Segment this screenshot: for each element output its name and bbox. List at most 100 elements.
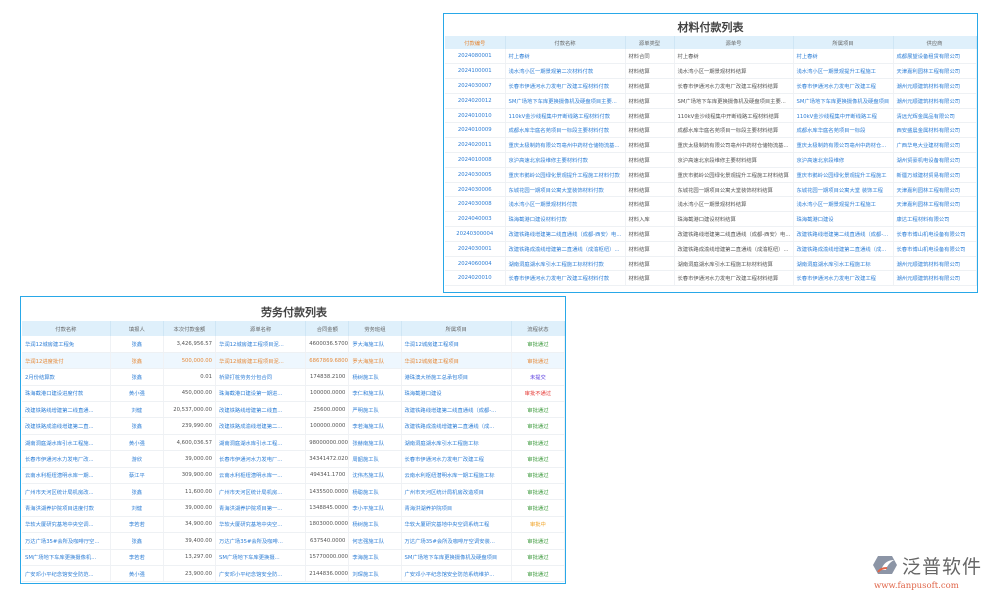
table-row[interactable]: 2024080001 村上春树 材料合同 村上春树 村上春树 成都展望设备租赁有限公司 (445, 49, 977, 65)
column-header[interactable]: 合同金额 (305, 321, 350, 336)
cell-payment-name[interactable]: SM广场地下车库更换摄像机及硬盘项目主要... (505, 93, 626, 109)
cell-payment-name[interactable]: 重庆市鹅岭公园绿化景观提升工程施工材料付款 (505, 167, 626, 183)
column-header[interactable]: 填报人 (110, 321, 164, 336)
cell-payment-no[interactable]: 2024030008 (445, 196, 506, 213)
table-row[interactable]: SM广场地下车库更换摄像机... 李若若 13,297.00 SM广场地下车库更换摄.… (22, 549, 566, 566)
cell-payment-name[interactable]: 东城花园一期项目公寓大堂装饰材料付款 (505, 182, 626, 198)
table-row[interactable]: 2月份结算款 张鑫 0.01 桥梁打桩劳务分包合同 174838.2100 杨树施工队 港珠… (22, 368, 566, 386)
column-header[interactable]: 流程状态 (511, 321, 566, 336)
table-row[interactable]: 2024010009 成都水库华庭名苑项目一标段主要材料付款 材料结算 成都水库华庭名… (445, 122, 977, 139)
column-header[interactable]: 供应商 (893, 36, 977, 49)
cell-supplier: 潮州元顺建筑材料有限公司 (893, 93, 977, 109)
table-row[interactable]: 广安邓小平纪念馆安全防范... 黄小强 23,900.00 广安邓小平纪念馆安全防..… (22, 565, 566, 583)
cell-payment-name[interactable]: 成都水库华庭名苑项目一标段主要材料付款 (505, 122, 626, 139)
table-row[interactable]: 云南水利枢纽潜明水库一期... 蔡江平 309,900.00 云南水利枢纽潜明水库一.… (22, 467, 566, 485)
table-row[interactable]: 2024100001 浅水湾小区一期景观第二次材料付款 材料结算 浅水湾小区一期景观材… (445, 63, 977, 80)
cell-payment-name[interactable]: 青海洪湖养护院项目进度付款 (22, 499, 111, 517)
cell-payment-name[interactable]: 改建铁路线增建第二线直通... (22, 401, 111, 419)
cell-payment-name[interactable]: 改建铁路线增建第二线直通线（成都-西安）电... (505, 226, 626, 242)
cell-payment-name[interactable]: SM广场地下车库更换摄像机... (22, 549, 111, 566)
cell-payment-no[interactable]: 2024020011 (445, 137, 506, 154)
table-row[interactable]: 长春市伊通河水力发电厂改... 游欣 39,000.00 长春市伊通河水力发电厂...… (22, 450, 566, 468)
table-row[interactable]: 改建铁路成渝线增建第二直... 张鑫 239,990.00 改建铁路成渝线增建第二..… (22, 417, 566, 435)
table-row[interactable]: 改建铁路线增建第二线直通... 刘健 20,537,000.00 改建铁路线增建第二线… (22, 401, 566, 419)
cell-payment-no[interactable]: 2024040003 (445, 211, 506, 228)
cell-payment-name[interactable]: 珠海截港口建设材料付款 (505, 211, 626, 228)
cell-payment-no[interactable]: 2024010009 (445, 122, 506, 139)
column-header[interactable]: 付款名称 (505, 36, 626, 49)
table-row[interactable]: 广州市天河区统计局机房改... 张鑫 11,600.00 广州市天河区统计局机房...… (22, 483, 566, 501)
cell-payment-no[interactable]: 2024030005 (445, 167, 506, 183)
table-row[interactable]: 华润12城房建工程免 张鑫 3,426,956.57 华润12城房建工程项目泥... 4… (22, 336, 566, 353)
cell-payment-name[interactable]: 浅水湾小区一期景观第二次材料付款 (505, 63, 626, 80)
cell-source-no: 成都水库华庭名苑项目一标段主要材料结算 (674, 122, 794, 139)
cell-payment-no[interactable]: 2024030006 (445, 182, 506, 198)
cell-payment-name[interactable]: 2月份结算款 (22, 368, 111, 386)
cell-payment-name[interactable]: 广安邓小平纪念馆安全防范... (22, 565, 111, 583)
cell-payment-no[interactable]: 2024030007 (445, 78, 506, 94)
column-header[interactable]: 本次付款金额 (163, 321, 217, 336)
cell-payment-name[interactable]: 华润12城房建工程免 (22, 336, 111, 353)
table-row[interactable]: 2024020010 长春市伊通河水力发电厂改建工程材料付款 材料结算 长春市伊通河水… (445, 270, 977, 287)
cell-source-no: 改建铁路成渝线增建第二直通线（成渝枢纽）... (674, 241, 794, 257)
cell-payment-name[interactable]: 长春市伊通河水力发电厂改建工程材料付款 (505, 78, 626, 94)
cell-payment-name[interactable]: 华润12进度批付 (22, 352, 111, 370)
cell-payment-no[interactable]: 2024100001 (445, 63, 506, 80)
table-row[interactable]: 2024020012 SM广场地下车库更换摄像机及硬盘项目主要... 材料结算 SM广… (445, 93, 977, 109)
cell-payment-name[interactable]: 长春市伊通河水力发电厂改建工程材料付款 (505, 270, 626, 287)
cell-payment-no[interactable]: 2024010008 (445, 152, 506, 168)
table-row[interactable]: 2024030001 改建铁路成渝线增建第二直通线（成渝枢纽）... 材料结算 改建铁… (445, 241, 977, 257)
cell-payment-name[interactable]: 云南水利枢纽潜明水库一期... (22, 467, 111, 485)
cell-payment-name[interactable]: 湖南洞庭湖水库引水工程施... (22, 434, 111, 452)
table-row[interactable]: 华润12进度批付 张鑫 500,000.00 华润12城房建工程项目泥... 68678… (22, 352, 566, 370)
cell-payment-no[interactable]: 20240300004 (445, 226, 506, 242)
column-header[interactable]: 源单类型 (625, 36, 675, 49)
cell-project: 湖南洞庭湖水库引水工程施工标 (401, 434, 512, 452)
table-row[interactable]: 2024030008 浅水湾小区一期景观材料付款 材料结算 浅水湾小区一期景观材料结算… (445, 196, 977, 213)
cell-contract-amount: 100000.0000 (305, 385, 350, 403)
table-row[interactable]: 2024030005 重庆市鹅岭公园绿化景观提升工程施工材料付款 材料结算 重庆市鹅岭… (445, 167, 977, 183)
cell-reporter: 张鑫 (110, 368, 164, 386)
cell-project: 长春市伊通河水力发电厂改建工程 (793, 78, 894, 94)
table-row[interactable]: 2024030007 长春市伊通河水力发电厂改建工程材料付款 材料结算 长春市伊通河水… (445, 78, 977, 94)
column-header[interactable]: 付款编号 (445, 36, 506, 49)
column-header[interactable]: 劳务班组 (348, 321, 402, 336)
cell-payment-no[interactable]: 2024060004 (445, 256, 506, 272)
table-row[interactable]: 2024060004 湖南洞庭湖水库引水工程施工标材料付款 材料结算 湖南洞庭湖水库引… (445, 256, 977, 272)
table-row[interactable]: 万达广场35#会所及咖啡厅空... 张鑫 39,400.00 万达广场35#会所及咖啡… (22, 532, 566, 550)
table-row[interactable]: 2024010010 110kV金沙线程集中开断线路工程材料付款 材料结算 110kV… (445, 108, 977, 124)
cell-payment-name[interactable]: 改建铁路成渝线增建第二直通线（成渝枢纽）... (505, 241, 626, 257)
cell-payment-name[interactable]: 重庆太极制药有限公司亳州中药材仓储物流基... (505, 137, 626, 154)
cell-payment-no[interactable]: 2024080001 (445, 49, 506, 65)
table-row[interactable]: 2024020011 重庆太极制药有限公司亳州中药材仓储物流基... 材料结算 重庆太… (445, 137, 977, 154)
table-row[interactable]: 青海洪湖养护院项目进度付款 刘健 39,000.00 青海洪湖养护院项目第一... 13… (22, 499, 566, 517)
cell-payment-no[interactable]: 2024030001 (445, 241, 506, 257)
cell-payment-no[interactable]: 2024010010 (445, 108, 506, 124)
cell-payment-no[interactable]: 2024020012 (445, 93, 506, 109)
cell-payment-amount: 20,537,000.00 (163, 401, 217, 419)
cell-payment-name[interactable]: 京沪高速北京段维修主要材料付款 (505, 152, 626, 168)
table-row[interactable]: 2024030006 东城花园一期项目公寓大堂装饰材料付款 材料结算 东城花园一期项目… (445, 182, 977, 198)
table-row[interactable]: 20240300004 改建铁路线增建第二线直通线（成都-西安）电... 材料结算改… (445, 226, 977, 242)
column-header[interactable]: 源单名称 (215, 321, 307, 336)
table-row[interactable]: 华软大厦研究基地中央空调... 李若若 34,900.00 华软大厦研究基地中央空..… (22, 516, 566, 534)
cell-payment-no[interactable]: 2024020010 (445, 270, 506, 287)
cell-payment-name[interactable]: 110kV金沙线程集中开断线路工程材料付款 (505, 108, 626, 124)
cell-payment-name[interactable]: 村上春树 (505, 49, 626, 65)
cell-payment-name[interactable]: 湖南洞庭湖水库引水工程施工标材料付款 (505, 256, 626, 272)
table-row[interactable]: 湖南洞庭湖水库引水工程施... 黄小强 4,600,036.57 湖南洞庭湖水库引水工… (22, 434, 566, 452)
cell-payment-name[interactable]: 广州市天河区统计局机房改... (22, 483, 111, 501)
column-header[interactable]: 所属项目 (793, 36, 894, 49)
cell-payment-name[interactable]: 华软大厦研究基地中央空调... (22, 516, 111, 534)
table-row[interactable]: 2024040003 珠海截港口建设材料付款 材料入库 珠海截港口建设材料结算 珠海截港… (445, 211, 977, 228)
column-header[interactable]: 所属项目 (401, 321, 512, 336)
cell-payment-name[interactable]: 改建铁路成渝线增建第二直... (22, 417, 111, 435)
column-header[interactable]: 付款名称 (22, 321, 111, 336)
cell-payment-name[interactable]: 万达广场35#会所及咖啡厅空... (22, 532, 111, 550)
column-header[interactable]: 源单号 (674, 36, 794, 49)
table-row[interactable]: 珠海截港口建设进度付款 黄小强 450,000.00 珠海截港口建设第一期进... 10… (22, 385, 566, 403)
cell-payment-name[interactable]: 浅水湾小区一期景观材料付款 (505, 196, 626, 213)
cell-payment-name[interactable]: 长春市伊通河水力发电厂改... (22, 450, 111, 468)
cell-payment-name[interactable]: 珠海截港口建设进度付款 (22, 385, 111, 403)
table-row[interactable]: 2024010008 京沪高速北京段维修主要材料付款 材料结算 京沪高速北京段维修主要… (445, 152, 977, 168)
